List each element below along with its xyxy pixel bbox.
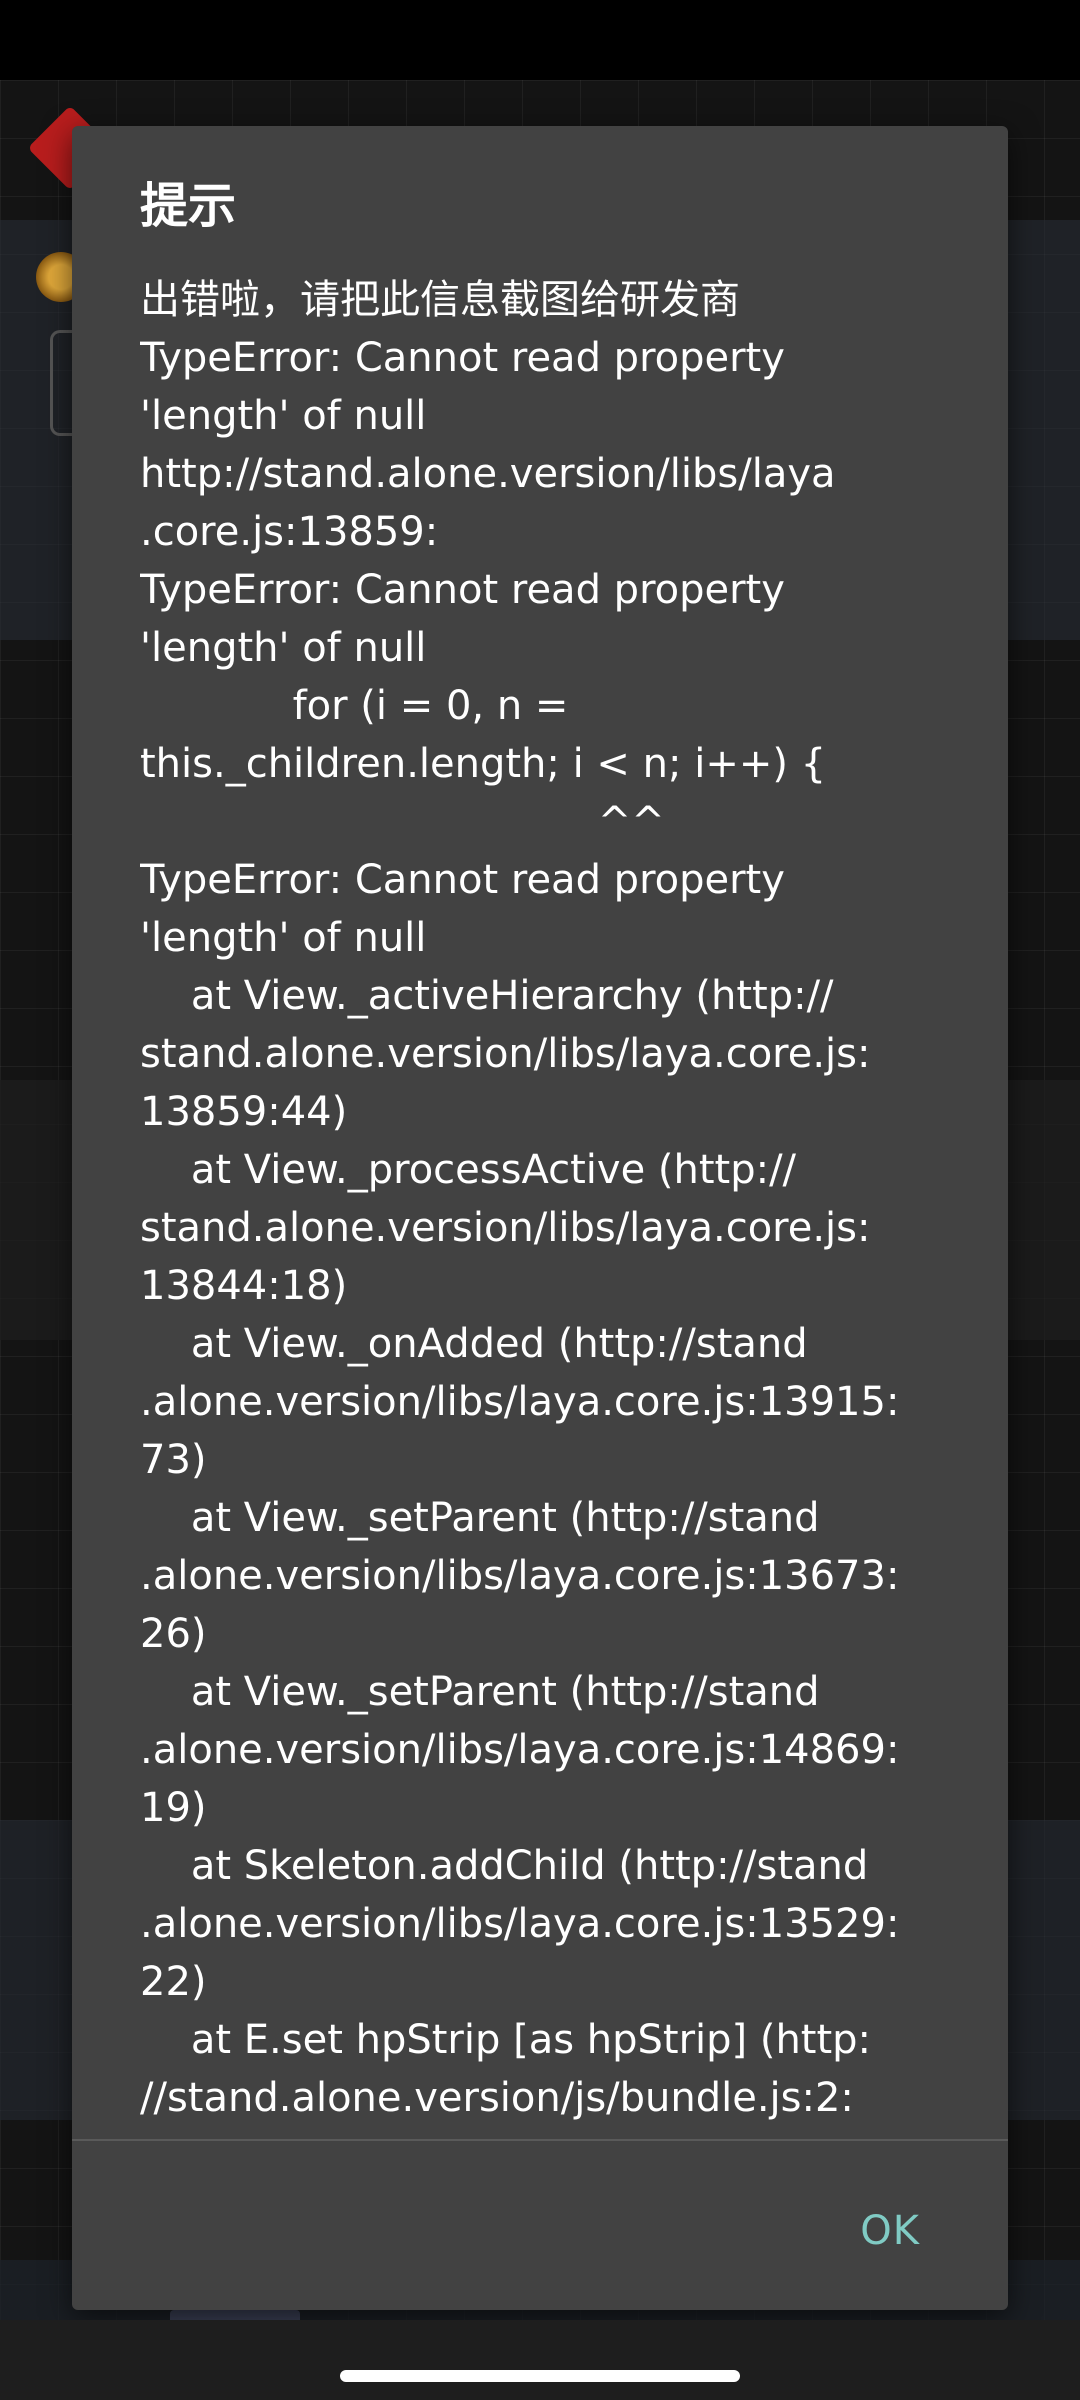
dialog-message: 出错啦，请把此信息截图给研发商 TypeError: Cannot read p… bbox=[140, 277, 900, 2121]
dialog-message-scroll[interactable]: 出错啦，请把此信息截图给研发商 TypeError: Cannot read p… bbox=[140, 271, 900, 2129]
navigation-bar bbox=[0, 2320, 1080, 2400]
dialog-divider bbox=[72, 2139, 1008, 2141]
home-indicator[interactable] bbox=[340, 2370, 740, 2382]
error-dialog: 提示 出错啦，请把此信息截图给研发商 TypeError: Cannot rea… bbox=[72, 126, 1008, 2310]
status-bar bbox=[0, 0, 1080, 80]
screen: 提示 出错啦，请把此信息截图给研发商 TypeError: Cannot rea… bbox=[0, 0, 1080, 2400]
dialog-title: 提示 bbox=[140, 178, 237, 234]
ok-button[interactable]: OK bbox=[844, 2198, 936, 2264]
